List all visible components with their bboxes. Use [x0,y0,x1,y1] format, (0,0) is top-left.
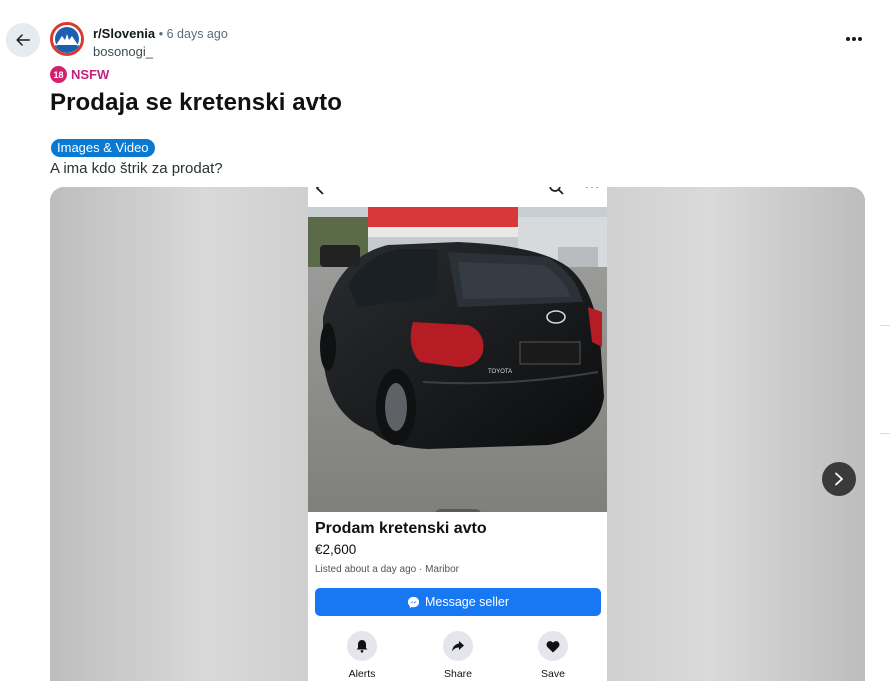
more-icon [585,187,599,188]
listing-meta: Listed about a day ago · Maribor [315,564,459,575]
post-body: A ima kdo štrik za prodat? [50,160,223,177]
divider [880,433,890,434]
next-image-button[interactable] [822,462,856,496]
nsfw-label: NSFW [71,67,110,82]
divider [880,325,890,326]
share-label: Share [443,668,473,680]
back-button[interactable] [6,23,40,57]
ellipsis-icon [846,37,862,41]
bell-icon [356,640,368,653]
message-seller-button: Message seller [315,588,601,616]
back-arrow-icon [315,187,324,195]
listing-title: Prodam kretenski avto [315,520,487,537]
share-icon [452,641,464,652]
post-meta: r/Slovenia • 6 days ago bosonogi_ [93,25,228,60]
message-seller-label: Message seller [424,595,510,609]
listing-price: €2,600 [315,542,357,557]
marketplace-screenshot: TOYOTA Prodam kretenski avto €2,600 List… [308,187,607,681]
author-link[interactable]: bosonogi_ [93,43,228,60]
blurred-background [607,187,865,681]
listing-action-alerts: Alerts [332,631,392,680]
search-icon [549,187,564,195]
post-flair[interactable]: Images & Video [51,139,155,157]
subreddit-avatar[interactable] [50,22,84,56]
nsfw-badge-icon: 18 [50,66,67,83]
messenger-icon [407,596,420,608]
photo-pagination-dots [434,509,482,512]
listing-action-share: Share [428,631,488,680]
triglav-mountain-icon [53,25,81,53]
chevron-right-icon [835,472,843,486]
car-photo: TOYOTA [308,207,607,512]
alerts-label: Alerts [348,668,376,680]
car-brand-text: TOYOTA [488,369,512,375]
arrow-left-icon [16,34,31,46]
nsfw-tag: 18 NSFW [50,66,109,83]
listing-action-save: Save [523,631,583,680]
phone-header [308,187,607,207]
post-time: • 6 days ago [158,27,228,41]
post-title: Prodaja se kretenski avto [50,89,342,116]
car-illustration: TOYOTA [308,207,607,512]
more-options-button[interactable] [842,29,866,49]
save-label: Save [541,668,565,680]
subreddit-link[interactable]: r/Slovenia [93,26,155,41]
blurred-background [50,187,308,681]
heart-icon [546,640,560,652]
media-gallery[interactable]: TOYOTA Prodam kretenski avto €2,600 List… [50,187,865,681]
